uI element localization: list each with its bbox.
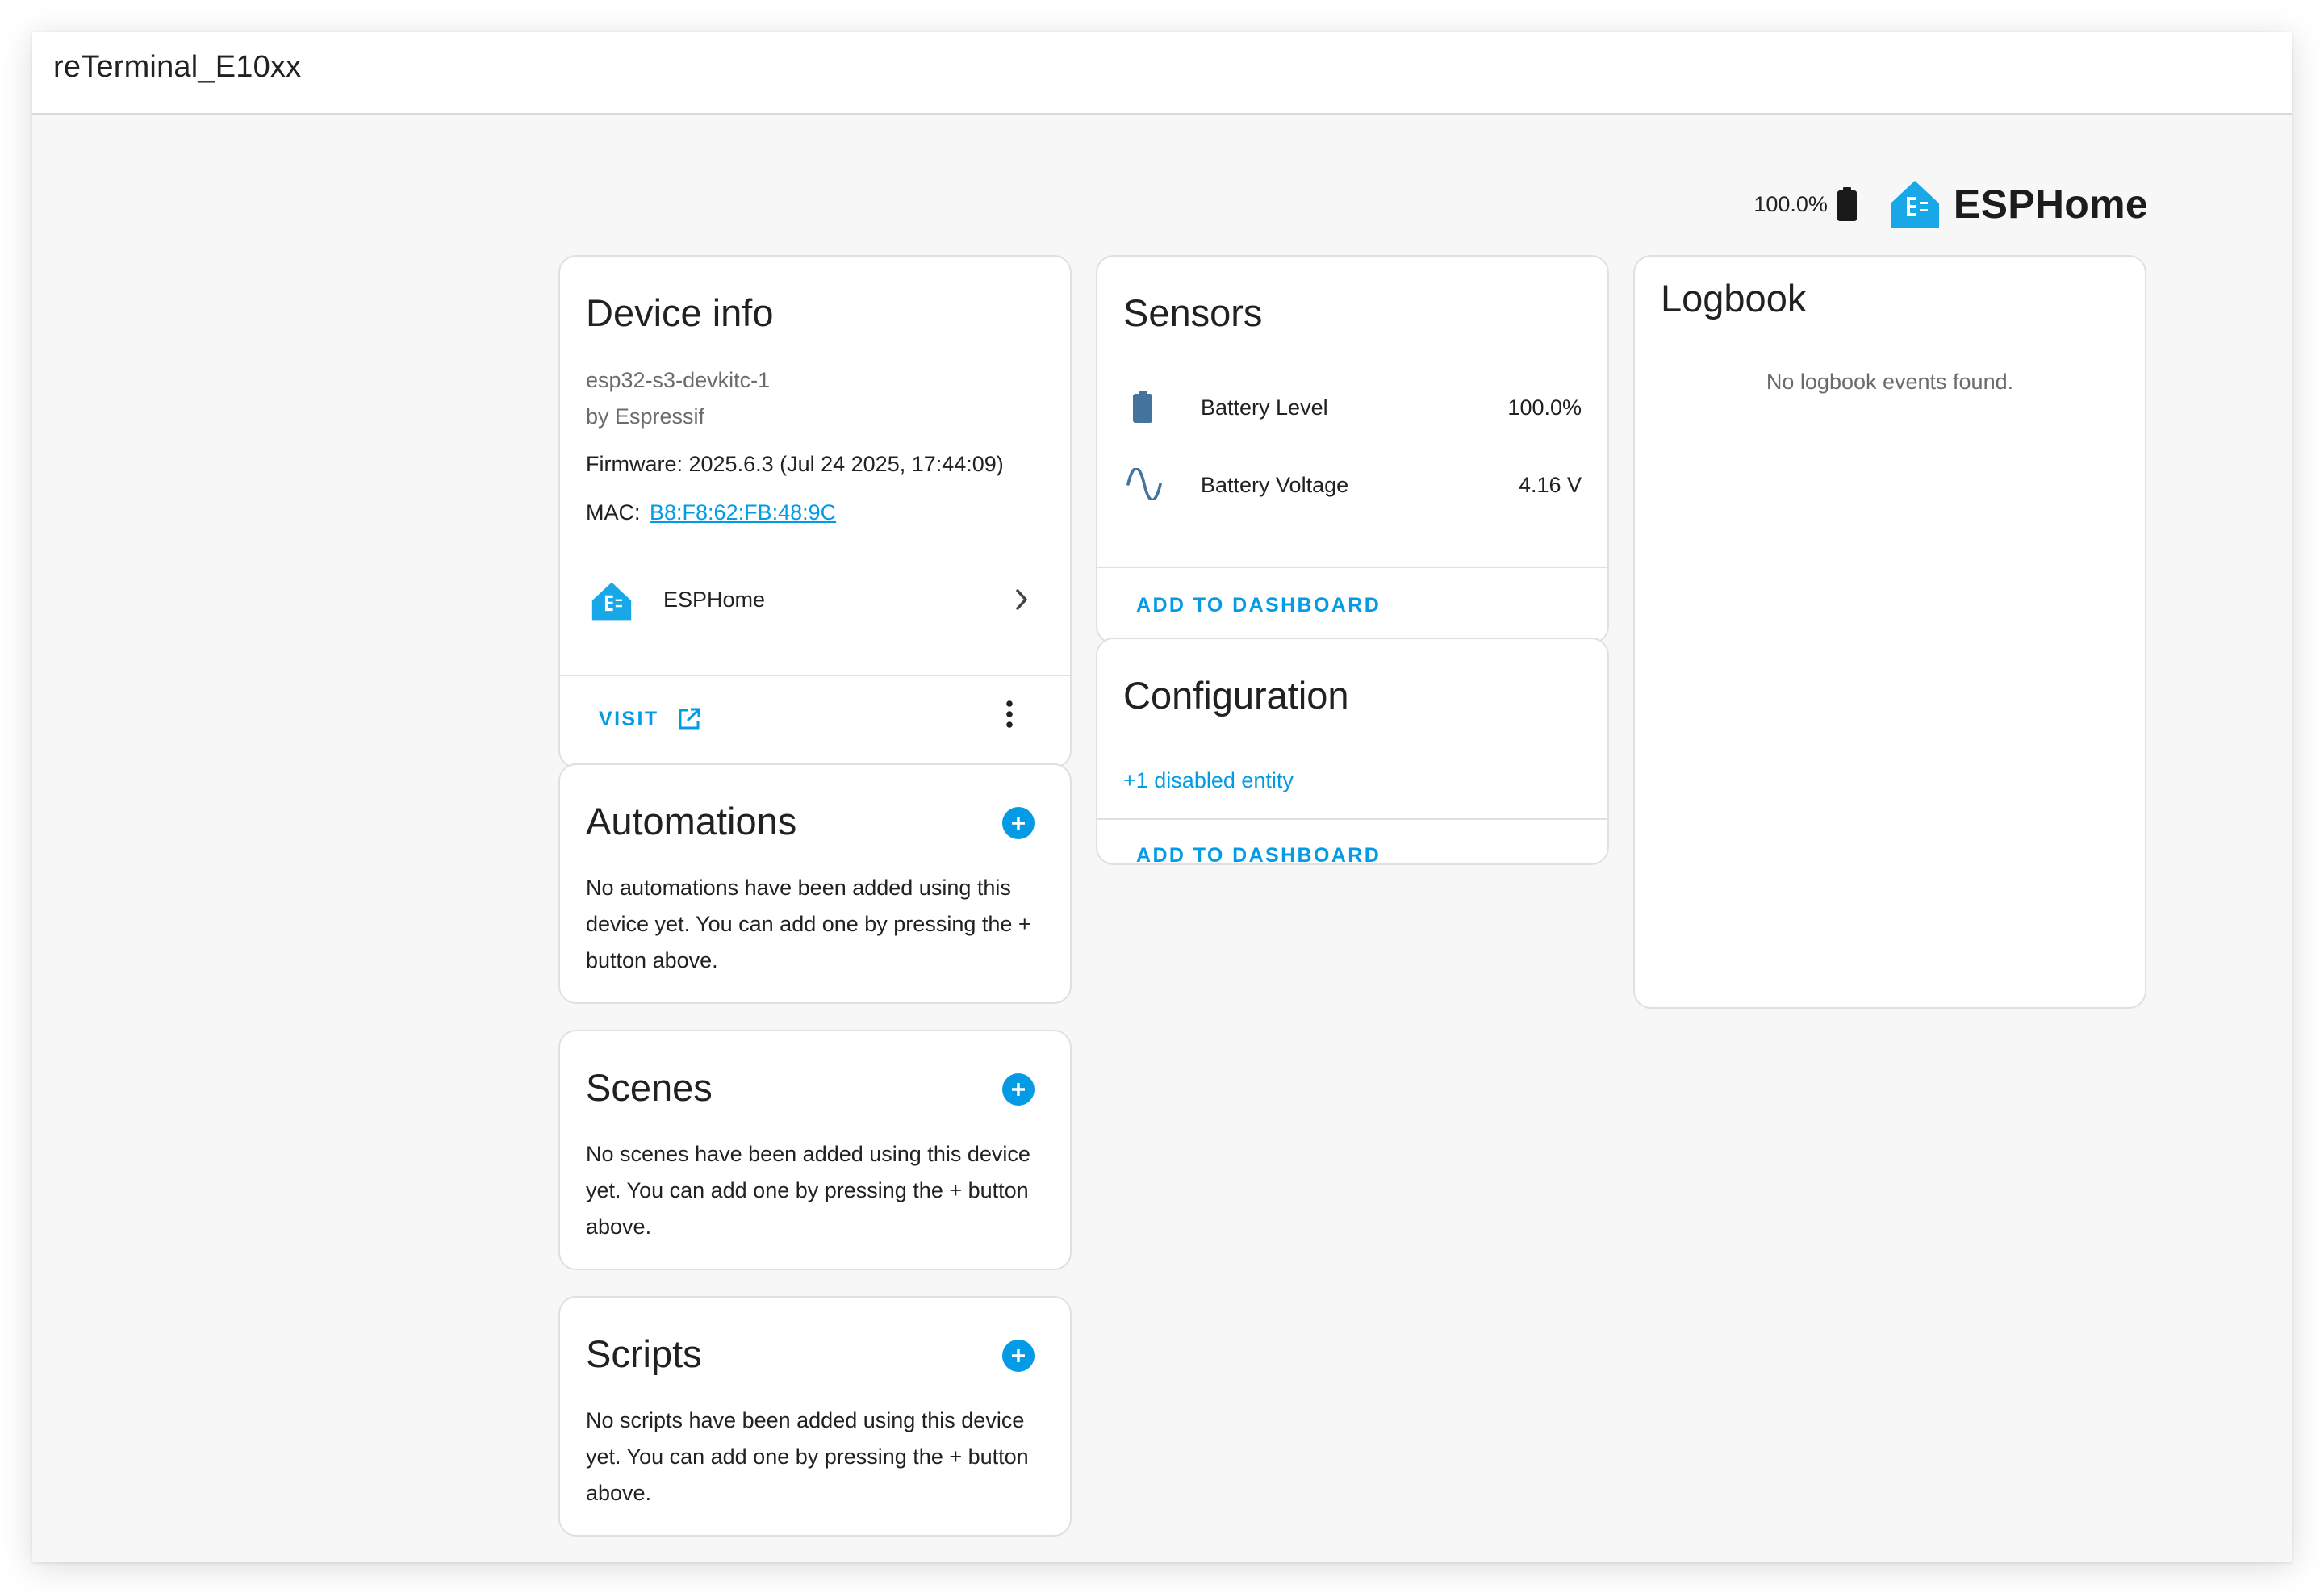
- brand-header: 100.0% ESPHome: [1753, 176, 2148, 232]
- scripts-empty-text: No scripts have been added using this de…: [586, 1408, 1029, 1505]
- mac-label: MAC:: [586, 500, 641, 525]
- esphome-brand-text: ESPHome: [1953, 182, 2148, 227]
- integration-label: ESPHome: [663, 587, 766, 612]
- device-mac: MAC: B8:F8:62:FB:48:9C: [586, 500, 836, 525]
- add-script-button[interactable]: [1002, 1340, 1035, 1372]
- scripts-card: Scripts No scripts have been added using…: [558, 1296, 1072, 1537]
- esphome-logo-icon: [1889, 179, 1941, 229]
- mac-address-link[interactable]: B8:F8:62:FB:48:9C: [650, 500, 836, 525]
- logbook-title: Logbook: [1661, 277, 1807, 320]
- device-info-divider: [560, 675, 1070, 676]
- device-model: esp32-s3-devkitc-1: [586, 368, 771, 392]
- logbook-card: Logbook No logbook events found.: [1633, 255, 2146, 1009]
- esphome-integration-icon: [591, 581, 633, 625]
- automations-empty-text: No automations have been added using thi…: [586, 876, 1031, 972]
- scenes-card: Scenes No scenes have been added using t…: [558, 1030, 1072, 1270]
- configuration-add-to-dashboard-button[interactable]: ADD TO DASHBOARD: [1136, 844, 1381, 868]
- visit-label: VISIT: [599, 707, 659, 730]
- scripts-title: Scripts: [586, 1332, 702, 1375]
- page-title: reTerminal_E10xx: [53, 50, 302, 84]
- sensor-name: Battery Voltage: [1201, 473, 1349, 497]
- sensor-value: 100.0%: [1507, 395, 1582, 420]
- device-info-title: Device info: [586, 291, 774, 334]
- sensors-divider: [1097, 567, 1607, 568]
- external-link-icon: [677, 707, 701, 731]
- sensors-add-to-dashboard-button[interactable]: ADD TO DASHBOARD: [1136, 594, 1381, 617]
- more-options-icon[interactable]: [1005, 700, 1014, 732]
- configuration-divider: [1097, 818, 1607, 820]
- scenes-title: Scenes: [586, 1066, 713, 1109]
- sensors-title: Sensors: [1123, 291, 1263, 334]
- automations-card: Automations No automations have been add…: [558, 763, 1072, 1004]
- device-info-card: Device info esp32-s3-devkitc-1 by Espres…: [558, 255, 1072, 768]
- battery-icon: [1133, 391, 1152, 427]
- device-firmware: Firmware: 2025.6.3 (Jul 24 2025, 17:44:0…: [586, 452, 1004, 476]
- top-app-bar: reTerminal_E10xx: [32, 32, 2292, 115]
- header-battery-text: 100.0%: [1753, 191, 1828, 216]
- sensor-value: 4.16 V: [1518, 473, 1582, 497]
- sine-wave-icon: [1125, 466, 1164, 504]
- scenes-empty-text: No scenes have been added using this dev…: [586, 1142, 1030, 1239]
- sensor-row-battery-level[interactable]: Battery Level 100.0%: [1097, 370, 1607, 442]
- add-automation-button[interactable]: [1002, 807, 1035, 839]
- sensor-name: Battery Level: [1201, 395, 1328, 420]
- add-scene-button[interactable]: [1002, 1073, 1035, 1106]
- integration-row[interactable]: ESPHome: [560, 555, 1070, 644]
- battery-icon: [1837, 187, 1857, 221]
- automations-title: Automations: [586, 800, 797, 842]
- chevron-right-icon: [1015, 589, 1028, 614]
- disabled-entities-link[interactable]: +1 disabled entity: [1123, 768, 1294, 793]
- visit-button[interactable]: VISIT: [599, 707, 701, 731]
- configuration-title: Configuration: [1123, 674, 1349, 717]
- sensors-card: Sensors Battery Level 100.0% Battery Vol…: [1096, 255, 1609, 644]
- configuration-card: Configuration +1 disabled entity ADD TO …: [1096, 638, 1609, 868]
- logbook-empty-text: No logbook events found.: [1766, 370, 2014, 394]
- sensor-row-battery-voltage[interactable]: Battery Voltage 4.16 V: [1097, 447, 1607, 520]
- device-manufacturer: by Espressif: [586, 404, 705, 429]
- app-window: reTerminal_E10xx 100.0% ESPHome Device i…: [32, 32, 2292, 1562]
